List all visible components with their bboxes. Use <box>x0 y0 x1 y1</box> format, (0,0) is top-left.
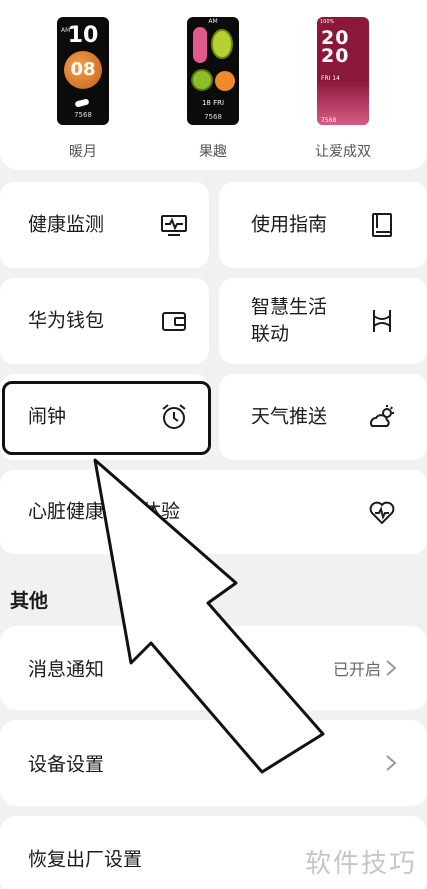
watch-face-label: 果趣 <box>199 144 227 160</box>
tile-weather-push[interactable]: 天气推送 <box>219 374 427 460</box>
wallet-icon <box>159 306 189 336</box>
row-label: 消息通知 <box>28 658 105 681</box>
row-status-value: 已开启 <box>332 660 381 679</box>
tile-label: 健康监测 <box>28 213 105 236</box>
watch-face-preview: AM 10 08 7568 <box>57 17 109 125</box>
hour-digits: 10 <box>67 23 99 48</box>
tile-label: 天气推送 <box>251 405 328 428</box>
fruit-graphic <box>211 29 233 59</box>
tile-user-guide[interactable]: 使用指南 <box>219 182 427 268</box>
steps-icon <box>74 98 90 108</box>
smart-link-icon <box>367 306 397 336</box>
row-label: 恢复出厂设置 <box>28 848 143 871</box>
watermark-text: 软件技巧 <box>304 849 417 879</box>
chevron-right-icon <box>385 659 397 677</box>
watch-face-love-pair[interactable]: 100% 20 20 FRI 14 7568 让爱成双 <box>298 0 388 161</box>
year-digits: 20 20 <box>321 29 350 67</box>
steps-count: 7568 <box>74 111 92 119</box>
watch-face-label: 让爱成双 <box>315 144 371 160</box>
chevron-right-icon <box>385 754 397 772</box>
watch-face-label: 暖月 <box>69 144 97 160</box>
watch-face-warm-moon[interactable]: AM 10 08 7568 暖月 <box>38 0 128 161</box>
monitor-icon <box>159 210 189 240</box>
weather-icon <box>367 402 397 432</box>
steps-count: 7568 <box>204 113 222 121</box>
digits-bottom: 20 <box>321 45 350 67</box>
tile-huawei-wallet[interactable]: 华为钱包 <box>0 278 209 364</box>
tile-label: 智慧生活 联动 <box>251 296 328 345</box>
tile-label: 华为钱包 <box>28 309 105 332</box>
watch-face-preview: 100% 20 20 FRI 14 7568 <box>317 17 369 125</box>
date-label: 18 FRI <box>201 99 225 107</box>
section-title-other: 其他 <box>10 590 49 612</box>
row-notifications[interactable]: 消息通知 已开启 <box>0 626 427 710</box>
battery-status: 100% <box>320 19 335 25</box>
fruit-graphic <box>193 27 207 63</box>
tile-smart-life[interactable]: 智慧生活 联动 <box>219 278 427 364</box>
watch-faces-card: AM 10 08 7568 暖月 AM 18 FRI 7568 果趣 100% … <box>0 0 427 170</box>
tile-label: 使用指南 <box>251 213 328 236</box>
date-label: FRI 14 <box>321 75 340 82</box>
tile-heart-study[interactable]: 心脏健康研究体验 <box>0 470 427 554</box>
row-device-settings[interactable]: 设备设置 <box>0 720 427 806</box>
steps-count: 7568 <box>321 117 337 124</box>
watch-face-fruit[interactable]: AM 18 FRI 7568 果趣 <box>168 0 258 161</box>
fruit-graphic <box>215 71 235 91</box>
alarm-highlight-box <box>2 381 211 455</box>
watch-face-preview: AM 18 FRI 7568 <box>187 17 239 125</box>
heart-rate-icon <box>367 497 397 527</box>
tile-health-monitor[interactable]: 健康监测 <box>0 182 209 268</box>
minute-digits: 08 <box>70 59 96 80</box>
book-icon <box>367 210 397 240</box>
tile-label: 心脏健康研究体验 <box>28 500 181 523</box>
row-label: 设备设置 <box>28 753 105 776</box>
fruit-graphic <box>191 69 213 91</box>
am-label: AM <box>208 18 218 25</box>
